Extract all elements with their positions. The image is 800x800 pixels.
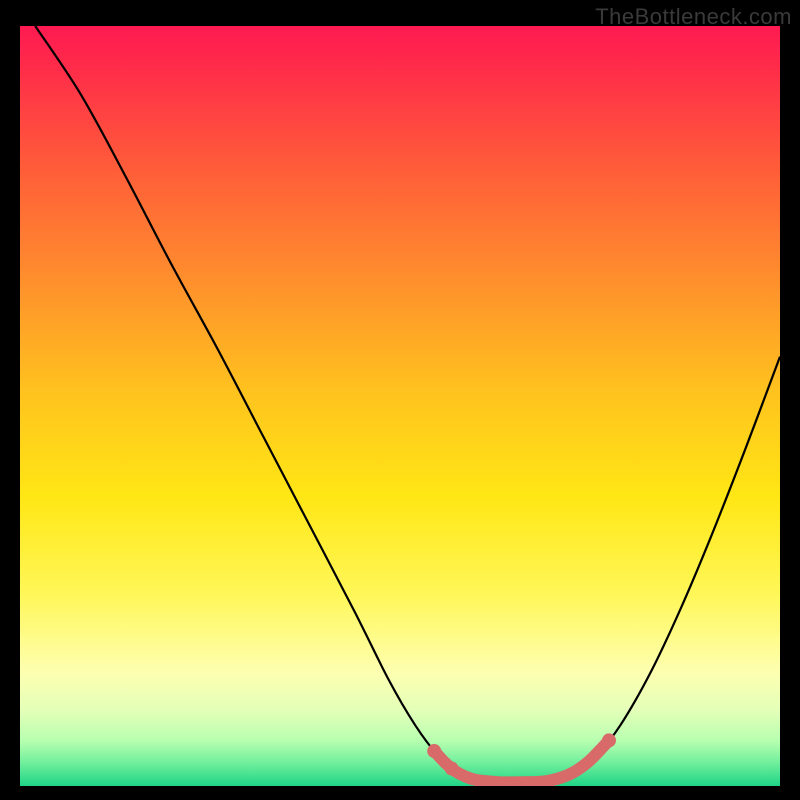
chart-plot	[20, 26, 780, 786]
marker-dot	[602, 733, 616, 747]
marker-dot	[427, 744, 441, 758]
marker-dot	[445, 762, 459, 776]
